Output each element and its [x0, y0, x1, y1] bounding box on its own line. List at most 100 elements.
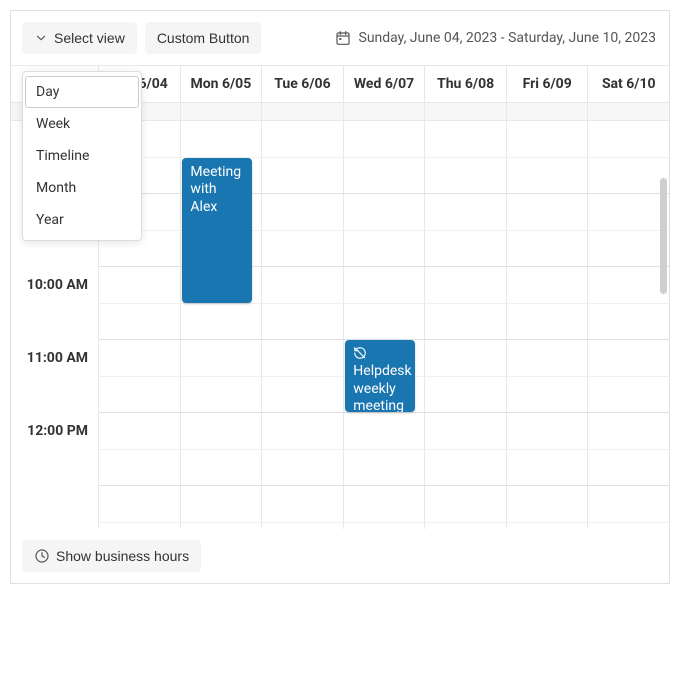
time-slot[interactable] — [181, 340, 263, 376]
view-option-week[interactable]: Week — [25, 108, 139, 140]
time-slot[interactable] — [507, 304, 589, 340]
time-slot[interactable] — [262, 267, 344, 303]
time-slot[interactable] — [425, 377, 507, 413]
all-day-cell[interactable] — [425, 103, 507, 121]
time-slot[interactable] — [344, 413, 426, 449]
time-grid-body[interactable]: Meeting with Alex Helpdesk weekly meeting — [99, 121, 669, 529]
time-slot[interactable] — [262, 158, 344, 194]
time-slot[interactable] — [588, 194, 669, 230]
time-slot[interactable] — [588, 413, 669, 449]
time-slot[interactable] — [181, 304, 263, 340]
time-slot[interactable] — [425, 158, 507, 194]
time-slot[interactable] — [344, 304, 426, 340]
time-slot[interactable] — [344, 194, 426, 230]
time-slot[interactable] — [344, 523, 426, 530]
time-slot[interactable] — [99, 413, 181, 449]
time-slot[interactable] — [507, 267, 589, 303]
time-slot[interactable] — [344, 158, 426, 194]
time-slot[interactable] — [425, 486, 507, 522]
time-slot[interactable] — [588, 450, 669, 486]
time-slot[interactable] — [425, 267, 507, 303]
time-slot[interactable] — [588, 304, 669, 340]
time-slot[interactable] — [262, 523, 344, 530]
time-slot[interactable] — [507, 121, 589, 157]
time-slot[interactable] — [262, 413, 344, 449]
day-header[interactable]: Tue 6/06 — [262, 66, 344, 103]
time-slot[interactable] — [588, 340, 669, 376]
time-slot[interactable] — [344, 450, 426, 486]
time-slot[interactable] — [262, 486, 344, 522]
time-slot[interactable] — [425, 340, 507, 376]
view-option-month[interactable]: Month — [25, 172, 139, 204]
view-option-timeline[interactable]: Timeline — [25, 140, 139, 172]
custom-button[interactable]: Custom Button — [145, 22, 262, 54]
select-view-button[interactable]: Select view — [22, 22, 137, 54]
time-slot[interactable] — [425, 523, 507, 530]
all-day-cell[interactable] — [588, 103, 669, 121]
time-slot[interactable] — [507, 486, 589, 522]
time-slot[interactable] — [181, 486, 263, 522]
time-slot[interactable] — [181, 413, 263, 449]
time-slot[interactable] — [588, 121, 669, 157]
time-slot[interactable] — [99, 340, 181, 376]
time-slot[interactable] — [425, 231, 507, 267]
time-slot[interactable] — [507, 340, 589, 376]
time-slot[interactable] — [262, 450, 344, 486]
time-slot[interactable] — [99, 377, 181, 413]
time-slot[interactable] — [344, 231, 426, 267]
time-slot[interactable] — [262, 377, 344, 413]
time-slot[interactable] — [262, 340, 344, 376]
time-slot[interactable] — [344, 267, 426, 303]
time-slot[interactable] — [507, 158, 589, 194]
footer: Show business hours — [11, 529, 669, 583]
time-slot[interactable] — [425, 194, 507, 230]
time-slot[interactable] — [507, 523, 589, 530]
time-slot[interactable] — [588, 523, 669, 530]
time-slot[interactable] — [344, 121, 426, 157]
time-slot[interactable] — [181, 121, 263, 157]
time-slot[interactable] — [588, 267, 669, 303]
time-slot[interactable] — [507, 413, 589, 449]
day-header[interactable]: Fri 6/09 — [507, 66, 589, 103]
all-day-cell[interactable] — [507, 103, 589, 121]
view-option-day[interactable]: Day — [25, 76, 139, 108]
calendar-event[interactable]: Meeting with Alex — [182, 158, 251, 303]
time-slot[interactable] — [425, 304, 507, 340]
time-slot[interactable] — [99, 523, 181, 530]
day-header[interactable]: Thu 6/08 — [425, 66, 507, 103]
time-slot[interactable] — [425, 413, 507, 449]
time-slot[interactable] — [507, 194, 589, 230]
time-slot[interactable] — [181, 377, 263, 413]
time-slot[interactable] — [507, 231, 589, 267]
time-slot[interactable] — [588, 486, 669, 522]
time-slot[interactable] — [588, 231, 669, 267]
time-slot[interactable] — [344, 486, 426, 522]
day-header[interactable]: Wed 6/07 — [344, 66, 426, 103]
time-slot[interactable] — [262, 231, 344, 267]
time-slot[interactable] — [262, 121, 344, 157]
time-slot[interactable] — [262, 304, 344, 340]
time-slot[interactable] — [425, 450, 507, 486]
view-option-year[interactable]: Year — [25, 204, 139, 236]
calendar-event[interactable]: Helpdesk weekly meeting — [345, 340, 414, 412]
time-slot[interactable] — [181, 523, 263, 530]
show-business-hours-button[interactable]: Show business hours — [22, 540, 201, 572]
time-slot[interactable] — [262, 194, 344, 230]
scrollbar[interactable] — [660, 178, 667, 294]
all-day-cell[interactable] — [262, 103, 344, 121]
time-slot[interactable] — [507, 450, 589, 486]
day-header[interactable]: Sat 6/10 — [588, 66, 669, 103]
time-slot[interactable] — [425, 121, 507, 157]
time-slot[interactable] — [99, 304, 181, 340]
all-day-cell[interactable] — [344, 103, 426, 121]
event-title: Meeting with Alex — [190, 164, 241, 215]
time-slot[interactable] — [99, 267, 181, 303]
time-slot[interactable] — [99, 450, 181, 486]
time-slot[interactable] — [507, 377, 589, 413]
time-slot[interactable] — [181, 450, 263, 486]
time-slot[interactable] — [99, 486, 181, 522]
time-slot[interactable] — [588, 377, 669, 413]
day-header[interactable]: Mon 6/05 — [181, 66, 263, 103]
time-slot[interactable] — [588, 158, 669, 194]
all-day-cell[interactable] — [181, 103, 263, 121]
